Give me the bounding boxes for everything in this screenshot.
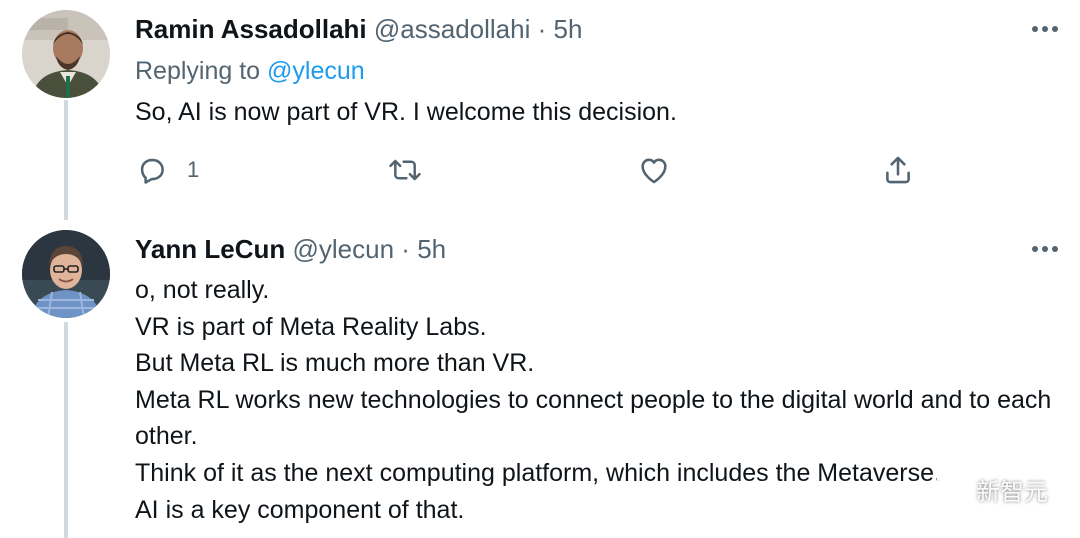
retweet-button[interactable] xyxy=(387,150,423,190)
tweet-text-line: o, not really. xyxy=(135,276,270,304)
wechat-logo-icon xyxy=(936,471,970,508)
tweet-text: So, AI is now part of VR. I welcome this… xyxy=(135,98,677,126)
tweet-text-line: But Meta RL is much more than VR. xyxy=(135,349,535,378)
share-icon xyxy=(881,153,915,187)
avatar-yann-lecun[interactable] xyxy=(22,230,110,318)
header-separator: · xyxy=(401,234,410,264)
watermark-text: 新智元 xyxy=(976,479,1048,506)
reply-button[interactable]: 1 xyxy=(135,150,199,190)
tweet-header: Ramin Assadollahi @assadollahi · 5h xyxy=(135,12,582,46)
tweet-timestamp[interactable]: 5h xyxy=(554,14,583,44)
avatar-ramin-assadollahi[interactable] xyxy=(22,10,110,98)
tweet-text: o, not really. VR is part of Meta Realit… xyxy=(135,272,1065,528)
replying-prefix: Replying to xyxy=(135,57,261,85)
tweet-text-line: Meta RL works new technologies to connec… xyxy=(135,385,1052,451)
replying-to-mention[interactable]: @ylecun xyxy=(267,57,365,85)
thread-connector-line xyxy=(64,100,68,220)
author-handle[interactable]: @assadollahi xyxy=(374,14,530,44)
reply-count: 1 xyxy=(187,157,200,182)
thread-connector-line xyxy=(64,322,68,538)
share-button[interactable] xyxy=(881,150,915,190)
tweet-text-line: VR is part of Meta Reality Labs. xyxy=(135,312,487,341)
like-button[interactable] xyxy=(637,150,671,190)
tweet-timestamp[interactable]: 5h xyxy=(417,234,446,264)
tweet-text-line: AI is a key component of that. xyxy=(135,495,465,524)
like-icon xyxy=(637,153,671,187)
author-name[interactable]: Ramin Assadollahi xyxy=(135,14,367,44)
reply-icon xyxy=(135,153,169,187)
tweet-text-line: Think of it as the next computing platfo… xyxy=(135,458,941,487)
replying-to-line: Replying to @ylecun xyxy=(135,54,365,88)
header-separator: · xyxy=(537,14,547,44)
retweet-icon xyxy=(387,153,423,187)
more-icon[interactable] xyxy=(1030,242,1060,256)
author-name[interactable]: Yann LeCun xyxy=(135,234,285,264)
author-handle[interactable]: @ylecun xyxy=(292,234,394,264)
tweet-header: Yann LeCun @ylecun · 5h xyxy=(135,232,446,266)
more-icon[interactable] xyxy=(1030,22,1060,36)
watermark: 新智元 xyxy=(936,471,1048,508)
